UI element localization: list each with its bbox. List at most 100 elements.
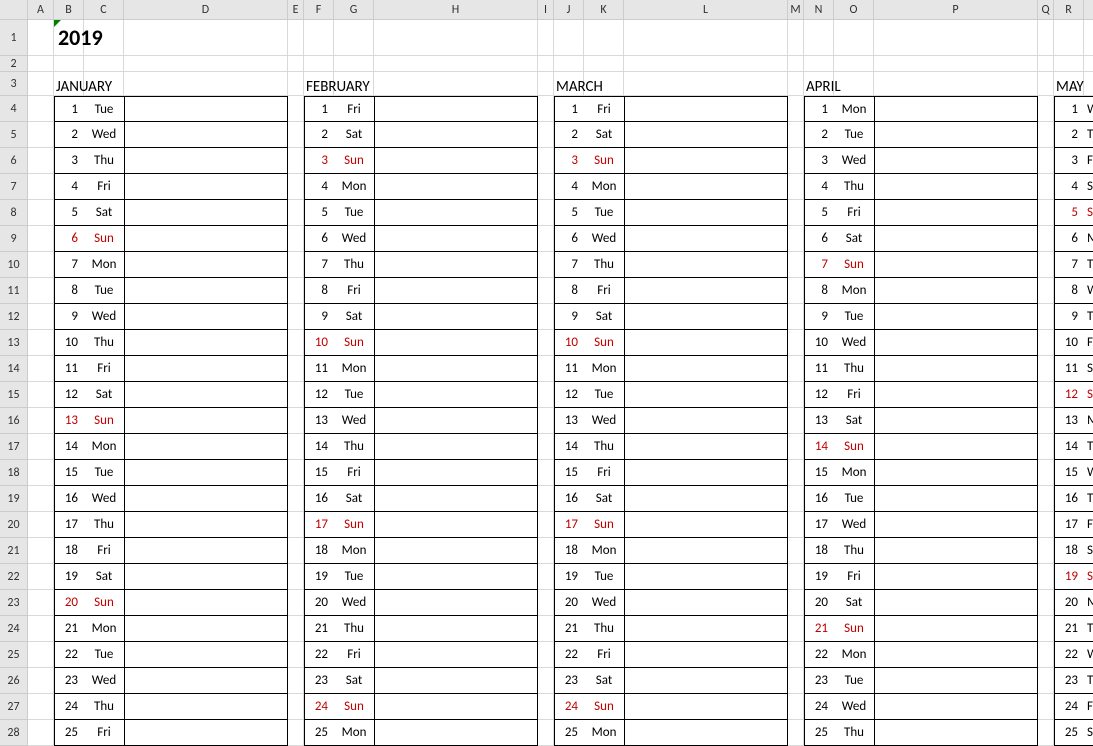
cell[interactable] — [288, 252, 304, 278]
day-notes[interactable] — [874, 382, 1038, 408]
cell[interactable] — [788, 122, 804, 148]
day-of-week[interactable]: Sat — [584, 304, 624, 330]
day-number[interactable]: 16 — [304, 486, 334, 512]
cell[interactable] — [28, 538, 54, 564]
day-number[interactable]: 7 — [804, 252, 834, 278]
day-of-week[interactable]: Tue — [584, 200, 624, 226]
day-of-week[interactable]: Sun — [584, 512, 624, 538]
cell[interactable] — [1038, 278, 1054, 304]
day-number[interactable]: 14 — [1054, 434, 1084, 460]
day-number[interactable]: 2 — [554, 122, 584, 148]
day-of-week[interactable]: Sat — [84, 564, 124, 590]
day-of-week[interactable]: Fri — [584, 96, 624, 122]
cell[interactable] — [28, 642, 54, 668]
cell[interactable] — [1038, 20, 1054, 56]
cell[interactable] — [288, 330, 304, 356]
day-notes[interactable] — [624, 96, 788, 122]
row-header-2[interactable]: 2 — [0, 56, 28, 72]
day-number[interactable]: 17 — [304, 512, 334, 538]
cell[interactable] — [788, 486, 804, 512]
day-number[interactable]: 13 — [54, 408, 84, 434]
day-number[interactable]: 21 — [554, 616, 584, 642]
cell[interactable] — [538, 252, 554, 278]
day-number[interactable]: 1 — [554, 96, 584, 122]
day-of-week[interactable]: W — [1084, 460, 1093, 486]
day-notes[interactable] — [624, 460, 788, 486]
row-header-19[interactable]: 19 — [0, 486, 28, 512]
day-notes[interactable] — [374, 96, 538, 122]
cell[interactable] — [374, 20, 538, 56]
day-notes[interactable] — [624, 434, 788, 460]
column-header-G[interactable]: G — [334, 0, 374, 20]
day-number[interactable]: 23 — [804, 668, 834, 694]
day-number[interactable]: 22 — [554, 642, 584, 668]
day-of-week[interactable]: Mon — [834, 278, 874, 304]
cell[interactable] — [54, 56, 84, 72]
day-of-week[interactable]: Sat — [834, 590, 874, 616]
day-number[interactable]: 12 — [1054, 382, 1084, 408]
day-notes[interactable] — [124, 538, 288, 564]
day-notes[interactable] — [374, 434, 538, 460]
day-of-week[interactable]: Wed — [84, 122, 124, 148]
day-notes[interactable] — [874, 278, 1038, 304]
cell[interactable] — [834, 20, 874, 56]
cell[interactable] — [538, 200, 554, 226]
day-number[interactable]: 25 — [554, 720, 584, 746]
cell[interactable] — [28, 226, 54, 252]
day-notes[interactable] — [624, 382, 788, 408]
column-header-K[interactable]: K — [584, 0, 624, 20]
cell[interactable] — [288, 174, 304, 200]
cell[interactable] — [28, 278, 54, 304]
day-of-week[interactable]: T — [1084, 434, 1093, 460]
day-number[interactable]: 13 — [304, 408, 334, 434]
row-header-14[interactable]: 14 — [0, 356, 28, 382]
row-header-18[interactable]: 18 — [0, 460, 28, 486]
cell[interactable] — [1038, 460, 1054, 486]
day-number[interactable]: 2 — [54, 122, 84, 148]
day-of-week[interactable]: Tue — [334, 382, 374, 408]
day-number[interactable]: 15 — [554, 460, 584, 486]
cell[interactable] — [1038, 56, 1054, 72]
cell[interactable] — [1038, 720, 1054, 746]
cell[interactable] — [28, 590, 54, 616]
cell[interactable] — [288, 56, 304, 72]
day-number[interactable]: 22 — [804, 642, 834, 668]
day-of-week[interactable]: Mon — [834, 96, 874, 122]
day-notes[interactable] — [874, 668, 1038, 694]
day-of-week[interactable]: Tue — [584, 382, 624, 408]
day-number[interactable]: 7 — [554, 252, 584, 278]
cell[interactable] — [288, 356, 304, 382]
day-of-week[interactable]: S — [1084, 538, 1093, 564]
day-number[interactable]: 15 — [1054, 460, 1084, 486]
cell[interactable] — [538, 382, 554, 408]
day-notes[interactable] — [374, 642, 538, 668]
day-of-week[interactable]: Sat — [334, 486, 374, 512]
cell[interactable] — [584, 56, 624, 72]
day-notes[interactable] — [874, 174, 1038, 200]
cell[interactable] — [624, 20, 788, 56]
day-of-week[interactable]: Wed — [834, 148, 874, 174]
day-number[interactable]: 15 — [304, 460, 334, 486]
row-header-24[interactable]: 24 — [0, 616, 28, 642]
row-header-7[interactable]: 7 — [0, 174, 28, 200]
cell[interactable] — [288, 486, 304, 512]
year-cell[interactable]: 2019 — [54, 24, 103, 51]
row-header-8[interactable]: 8 — [0, 200, 28, 226]
day-number[interactable]: 25 — [1054, 720, 1084, 746]
day-notes[interactable] — [624, 642, 788, 668]
day-of-week[interactable]: Sat — [334, 304, 374, 330]
day-of-week[interactable]: Thu — [584, 616, 624, 642]
cell[interactable] — [28, 174, 54, 200]
cell[interactable] — [788, 330, 804, 356]
day-number[interactable]: 11 — [304, 356, 334, 382]
cell[interactable] — [538, 642, 554, 668]
day-of-week[interactable]: Thu — [84, 330, 124, 356]
cell[interactable] — [1038, 72, 1054, 96]
day-of-week[interactable]: Sat — [334, 668, 374, 694]
day-of-week[interactable]: Fri — [334, 460, 374, 486]
day-notes[interactable] — [374, 252, 538, 278]
cell[interactable] — [288, 538, 304, 564]
day-number[interactable]: 9 — [304, 304, 334, 330]
cell[interactable] — [28, 20, 54, 56]
day-of-week[interactable]: Mon — [584, 538, 624, 564]
